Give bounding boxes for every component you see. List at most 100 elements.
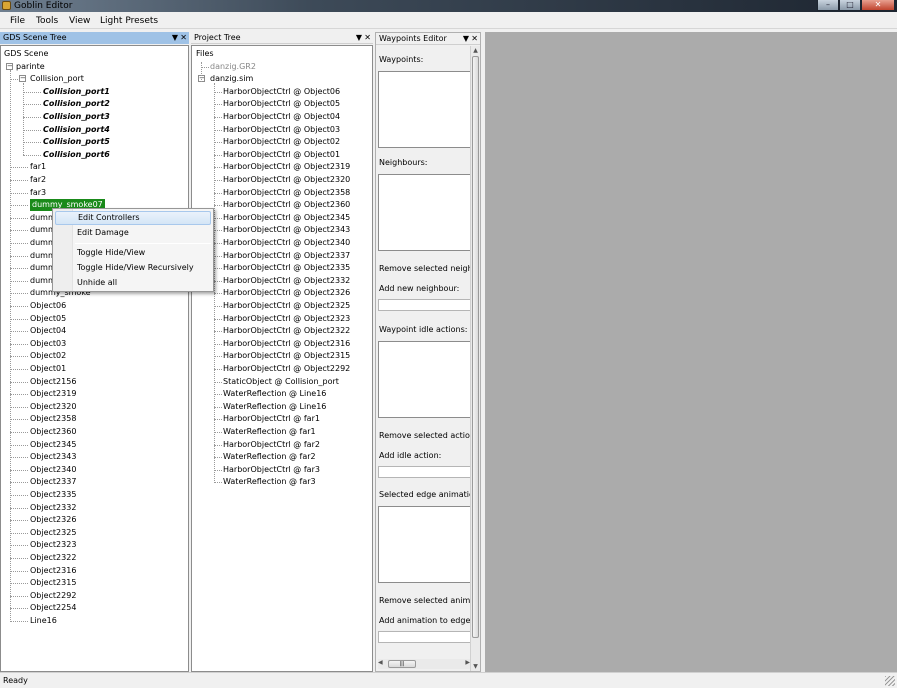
ctx-unhide-all[interactable]: Unhide all: [55, 276, 211, 290]
tree-node-item[interactable]: Object2292: [30, 590, 76, 602]
tree-node-controller[interactable]: HarborObjectCtrl @ Object2322: [223, 325, 350, 337]
scroll-thumb[interactable]: [472, 56, 479, 638]
tree-node-item[interactable]: Object2323: [30, 539, 76, 551]
tree-node-controller[interactable]: HarborObjectCtrl @ Object2319: [223, 161, 350, 173]
tree-node-controller[interactable]: HarborObjectCtrl @ Object2292: [223, 363, 350, 375]
tree-node-controller[interactable]: HarborObjectCtrl @ far2: [223, 439, 320, 451]
pin-icon[interactable]: ▼: [356, 32, 362, 44]
tree-node-item[interactable]: far2: [30, 174, 46, 186]
tree-node-collision-child[interactable]: Collision_port4: [43, 124, 110, 136]
tree-node-controller[interactable]: HarborObjectCtrl @ Object01: [223, 149, 340, 161]
menu-tools[interactable]: Tools: [36, 15, 58, 27]
tree-node-item[interactable]: Object05: [30, 313, 66, 325]
tree-node-item[interactable]: Object2316: [30, 565, 76, 577]
tree-node-controller[interactable]: HarborObjectCtrl @ Object04: [223, 111, 340, 123]
tree-node-item[interactable]: Object04: [30, 325, 66, 337]
tree-node-controller[interactable]: HarborObjectCtrl @ Object2332: [223, 275, 350, 287]
remove-anim-button[interactable]: Remove selected anim:: [379, 596, 470, 605]
scene-tree[interactable]: GDS Scene − parinte − Collision_port Collisio…: [0, 45, 189, 672]
waypoints-list[interactable]: [378, 71, 470, 148]
tree-root[interactable]: Files: [196, 48, 214, 60]
close-button[interactable]: ✕: [861, 0, 895, 11]
close-panel-icon[interactable]: ✕: [471, 33, 478, 45]
tree-node-collision-child[interactable]: Collision_port2: [43, 98, 110, 110]
tree-node-item[interactable]: Object2322: [30, 552, 76, 564]
tree-node-controller[interactable]: HarborObjectCtrl @ far1: [223, 413, 320, 425]
horizontal-scrollbar[interactable]: ◀ ||| ▶: [378, 659, 470, 669]
ctx-toggle-hide-view-recursive[interactable]: Toggle Hide/View Recursively: [55, 261, 211, 275]
menu-light-presets[interactable]: Light Presets: [100, 15, 158, 27]
tree-node-collision-child[interactable]: Collision_port3: [43, 111, 110, 123]
idle-actions-list[interactable]: [378, 341, 470, 418]
neighbours-list[interactable]: [378, 174, 470, 251]
tree-node-item[interactable]: Object2358: [30, 413, 76, 425]
tree-root[interactable]: GDS Scene: [4, 48, 48, 60]
tree-node-controller[interactable]: HarborObjectCtrl @ Object05: [223, 98, 340, 110]
ctx-edit-damage[interactable]: Edit Damage: [55, 226, 211, 240]
tree-node-item[interactable]: Object2315: [30, 577, 76, 589]
minimize-button[interactable]: –: [817, 0, 839, 11]
tree-node-controller[interactable]: WaterReflection @ far3: [223, 476, 316, 488]
scroll-down-icon[interactable]: ▼: [471, 662, 480, 671]
pin-icon[interactable]: ▼: [463, 33, 469, 45]
tree-node-controller[interactable]: HarborObjectCtrl @ Object03: [223, 124, 340, 136]
collapse-icon[interactable]: −: [19, 75, 26, 83]
tree-node-item[interactable]: Object2326: [30, 514, 76, 526]
tree-node-controller[interactable]: HarborObjectCtrl @ Object2320: [223, 174, 350, 186]
tree-node-controller[interactable]: StaticObject @ Collision_port: [223, 376, 339, 388]
ctx-edit-controllers[interactable]: Edit Controllers: [55, 211, 211, 225]
tree-node-collision-child[interactable]: Collision_port5: [43, 136, 110, 148]
tree-node-controller[interactable]: HarborObjectCtrl @ Object2360: [223, 199, 350, 211]
tree-node-item[interactable]: Object2360: [30, 426, 76, 438]
collapse-icon[interactable]: −: [6, 62, 13, 70]
tree-node-collision-child[interactable]: Collision_port1: [43, 86, 110, 98]
add-idle-field[interactable]: [378, 466, 470, 478]
tree-node-controller[interactable]: WaterReflection @ far1: [223, 426, 316, 438]
menu-file[interactable]: File: [10, 15, 25, 27]
tree-node-item[interactable]: Object03: [30, 338, 66, 350]
tree-node-controller[interactable]: HarborObjectCtrl @ Object2315: [223, 350, 350, 362]
tree-node-controller[interactable]: HarborObjectCtrl @ Object06: [223, 86, 340, 98]
tree-node-controller[interactable]: WaterReflection @ Line16: [223, 401, 326, 413]
tree-node-controller[interactable]: HarborObjectCtrl @ Object2358: [223, 187, 350, 199]
tree-node-controller[interactable]: HarborObjectCtrl @ Object2316: [223, 338, 350, 350]
scroll-thumb[interactable]: |||: [388, 660, 416, 668]
tree-node-item[interactable]: Line16: [30, 615, 57, 627]
tree-node-item[interactable]: Object2337: [30, 476, 76, 488]
maximize-button[interactable]: □: [839, 0, 861, 11]
tree-node-controller[interactable]: WaterReflection @ far2: [223, 451, 316, 463]
tree-node-item[interactable]: far1: [30, 161, 46, 173]
tree-node-item[interactable]: far3: [30, 187, 46, 199]
tree-node-item[interactable]: Object06: [30, 300, 66, 312]
tree-node-gr2-file[interactable]: danzig.GR2: [210, 61, 256, 73]
tree-node-item[interactable]: Object01: [30, 363, 66, 375]
resize-grip-icon[interactable]: [885, 676, 895, 686]
tree-node-item[interactable]: Object2343: [30, 451, 76, 463]
tree-node-item[interactable]: Object2254: [30, 602, 76, 614]
tree-node-collision-child[interactable]: Collision_port6: [43, 149, 110, 161]
menu-view[interactable]: View: [69, 15, 90, 27]
tree-node-controller[interactable]: WaterReflection @ Line16: [223, 388, 326, 400]
pin-icon[interactable]: ▼: [172, 32, 178, 44]
tree-node-item[interactable]: Object2340: [30, 464, 76, 476]
close-panel-icon[interactable]: ✕: [180, 32, 187, 44]
tree-node-controller[interactable]: HarborObjectCtrl @ Object2326: [223, 287, 350, 299]
tree-node-controller[interactable]: HarborObjectCtrl @ Object2340: [223, 237, 350, 249]
tree-node-item[interactable]: Object2156: [30, 376, 76, 388]
tree-node-item[interactable]: Object2319: [30, 388, 76, 400]
remove-action-button[interactable]: Remove selected action:: [379, 431, 470, 440]
tree-node-item[interactable]: Object2335: [30, 489, 76, 501]
tree-node-controller[interactable]: HarborObjectCtrl @ Object2325: [223, 300, 350, 312]
tree-node-controller[interactable]: HarborObjectCtrl @ Object2323: [223, 313, 350, 325]
scroll-up-icon[interactable]: ▲: [471, 46, 480, 55]
tree-node-controller[interactable]: HarborObjectCtrl @ Object2345: [223, 212, 350, 224]
tree-node-item[interactable]: Object2320: [30, 401, 76, 413]
tree-node-controller[interactable]: HarborObjectCtrl @ Object02: [223, 136, 340, 148]
tree-node-controller[interactable]: HarborObjectCtrl @ Object2343: [223, 224, 350, 236]
remove-neighbour-button[interactable]: Remove selected neighb: [379, 264, 470, 273]
edge-anim-list[interactable]: [378, 506, 470, 583]
add-neighbour-field[interactable]: [378, 299, 470, 311]
close-panel-icon[interactable]: ✕: [364, 32, 371, 44]
tree-node-sim-file[interactable]: danzig.sim: [210, 73, 253, 85]
tree-node-controller[interactable]: HarborObjectCtrl @ far3: [223, 464, 320, 476]
